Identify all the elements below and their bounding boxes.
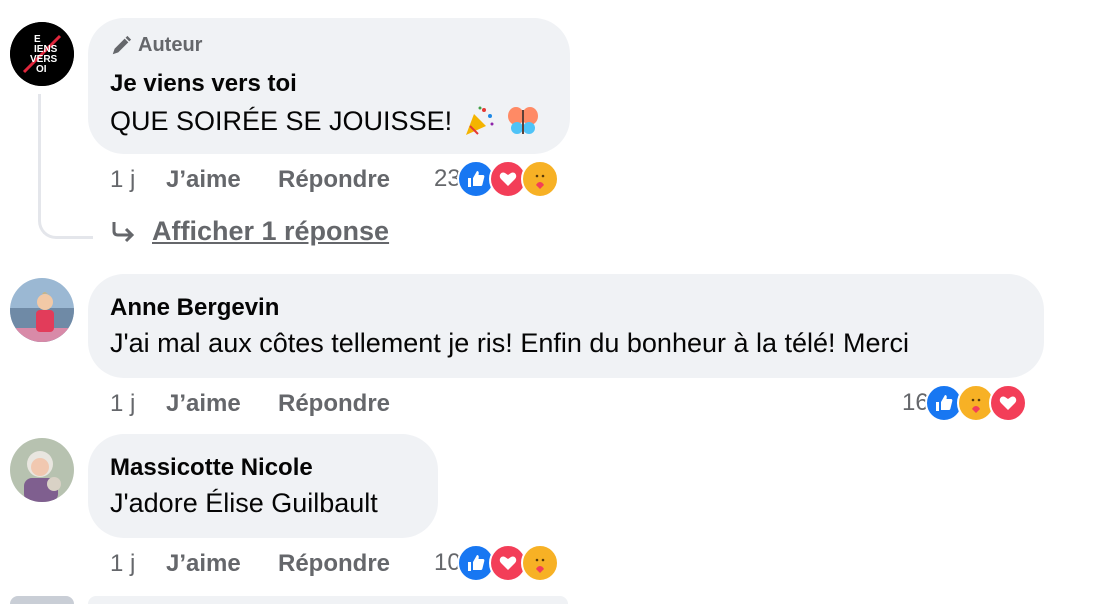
party-popper-icon (466, 106, 494, 135)
avatar-photo (10, 438, 74, 502)
reply-button[interactable]: Répondre (278, 390, 390, 418)
show-replies-link[interactable]: Afficher 1 réponse (110, 216, 389, 247)
comment-timestamp[interactable]: 1 j (110, 550, 135, 578)
comment-text: J'adore Élise Guilbault (110, 488, 378, 518)
comment-timestamp[interactable]: 1 j (110, 390, 135, 418)
avatar-next-comment[interactable] (10, 596, 74, 604)
page-logo: E IENS VERS OI (10, 22, 74, 86)
reactions-summary[interactable]: 16 (902, 384, 1027, 422)
comment-bubble: Auteur Je viens vers toi QUE SOIRÉE SE J… (88, 18, 570, 154)
avatar-photo (10, 278, 74, 342)
avatar-massicotte-nicole[interactable] (10, 438, 74, 502)
comment-bubble: Massicotte Nicole J'adore Élise Guilbaul… (88, 434, 438, 538)
thread-connector (38, 94, 93, 239)
reactions-summary[interactable]: 10 (434, 544, 559, 582)
care-icon (520, 160, 559, 198)
author-badge-label: Auteur (138, 34, 203, 56)
comment-text: QUE SOIRÉE SE JOUISSE! (110, 105, 453, 136)
reactions-summary[interactable]: 23 (434, 160, 559, 198)
author-badge: Auteur (110, 34, 202, 57)
comment-author[interactable]: Anne Bergevin (110, 294, 279, 322)
like-button[interactable]: J’aime (166, 390, 241, 418)
comment-timestamp[interactable]: 1 j (110, 166, 135, 194)
reply-button[interactable]: Répondre (278, 166, 390, 194)
like-button[interactable]: J’aime (166, 550, 241, 578)
comment-text: J'ai mal aux côtes tellement je ris! Enf… (110, 328, 910, 358)
comment-author[interactable]: Je viens vers toi (110, 70, 297, 98)
avatar-anne-bergevin[interactable] (10, 278, 74, 342)
comment-author[interactable]: Massicotte Nicole (110, 454, 313, 482)
comment-bubble-next (88, 596, 568, 604)
svg-text:OI: OI (36, 64, 47, 75)
show-replies-label[interactable]: Afficher 1 réponse (152, 216, 389, 247)
love-icon (988, 384, 1027, 422)
like-button[interactable]: J’aime (166, 166, 241, 194)
reply-arrow-icon (112, 221, 135, 242)
pencil-icon (112, 35, 132, 54)
reply-button[interactable]: Répondre (278, 550, 390, 578)
butterfly-icon (508, 107, 539, 134)
comment-bubble: Anne Bergevin J'ai mal aux côtes telleme… (88, 274, 1044, 378)
avatar-je-viens-vers-toi[interactable]: E IENS VERS OI (10, 22, 74, 86)
care-icon (520, 544, 559, 582)
